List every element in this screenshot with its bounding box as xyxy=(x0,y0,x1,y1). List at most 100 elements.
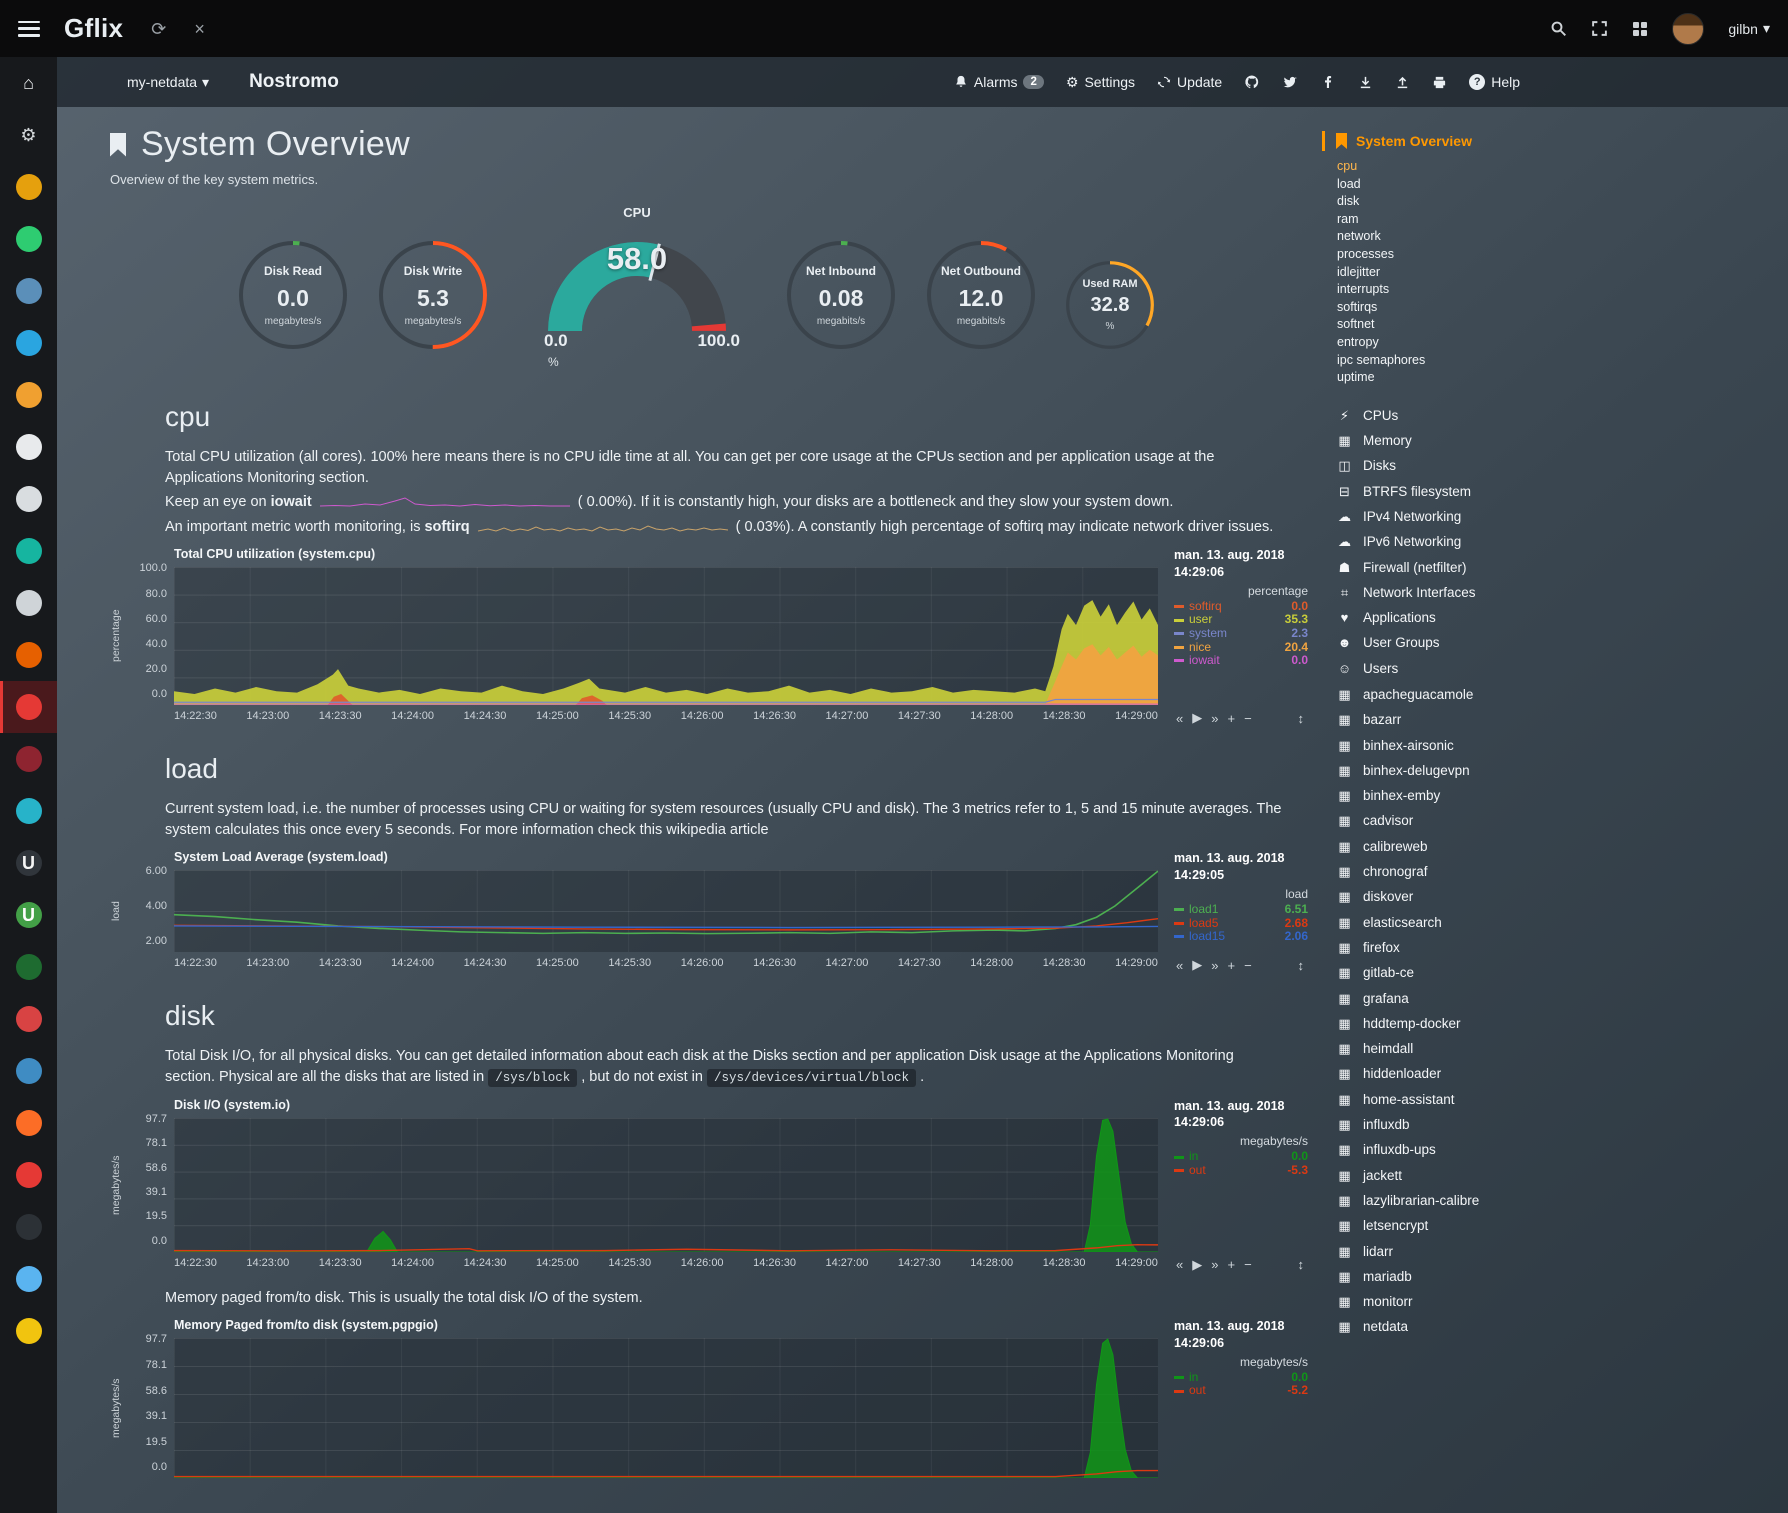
menu-app-item[interactable]: ▦ hiddenloader xyxy=(1336,1061,1788,1086)
resize-handle[interactable]: ↕ xyxy=(1298,711,1305,726)
menu-app-item[interactable]: ▦ netdata xyxy=(1336,1314,1788,1339)
menu-app-item[interactable]: ▦ grafana xyxy=(1336,986,1788,1011)
menu-app-item[interactable]: ▦ diskover xyxy=(1336,884,1788,909)
menu-section-item[interactable]: ⚡ CPUs xyxy=(1336,403,1788,428)
sidebar-app-item-app-drop[interactable] xyxy=(0,1253,57,1305)
disk-chart-plot[interactable] xyxy=(174,1118,1158,1252)
menu-sub-item[interactable]: processes xyxy=(1337,246,1788,264)
zoom-in-button[interactable]: + xyxy=(1227,711,1235,726)
easy-gauge[interactable]: Disk Write 5.3 megabytes/s xyxy=(374,236,492,354)
menu-app-item[interactable]: ▦ binhex-airsonic xyxy=(1336,733,1788,758)
twitter-icon[interactable] xyxy=(1282,74,1298,90)
menu-app-item[interactable]: ▦ hddtemp-docker xyxy=(1336,1011,1788,1036)
legend-row[interactable]: nice 20.4 xyxy=(1174,641,1308,655)
menu-app-item[interactable]: ▦ jackett xyxy=(1336,1163,1788,1188)
menu-system-overview[interactable]: System Overview xyxy=(1322,131,1788,151)
pan-right-button[interactable]: » xyxy=(1211,711,1218,726)
legend-row[interactable]: out -5.2 xyxy=(1174,1384,1308,1398)
menu-app-item[interactable]: ▦ influxdb-ups xyxy=(1336,1137,1788,1162)
play-button[interactable]: ▶ xyxy=(1192,1257,1202,1273)
menu-section-item[interactable]: ⌗ Network Interfaces xyxy=(1336,580,1788,605)
sidebar-app-item-app-tools[interactable] xyxy=(0,577,57,629)
sidebar-app-item-app-light-1[interactable] xyxy=(0,421,57,473)
download-icon[interactable] xyxy=(1358,75,1373,90)
pan-left-button[interactable]: « xyxy=(1176,711,1183,726)
sidebar-app-item-app-light-2[interactable] xyxy=(0,473,57,525)
sidebar-app-item-settings[interactable]: ⚙ xyxy=(0,109,57,161)
sidebar-app-item-app-heimdall[interactable] xyxy=(0,1045,57,1097)
pgpgio-chart-plot[interactable] xyxy=(174,1338,1158,1478)
menu-app-item[interactable]: ▦ letsencrypt xyxy=(1336,1213,1788,1238)
legend-row[interactable]: iowait 0.0 xyxy=(1174,654,1308,668)
legend-row[interactable]: in 0.0 xyxy=(1174,1150,1308,1164)
menu-sub-item[interactable]: ipc semaphores xyxy=(1337,352,1788,370)
user-avatar[interactable] xyxy=(1672,13,1704,45)
legend-row[interactable]: load5 2.68 xyxy=(1174,917,1308,931)
host-selector[interactable]: my-netdata▾ xyxy=(127,74,209,91)
sidebar-app-item-app-dark-green[interactable] xyxy=(0,941,57,993)
menu-app-item[interactable]: ▦ lidarr xyxy=(1336,1239,1788,1264)
sidebar-app-item-app-gitlab[interactable] xyxy=(0,1097,57,1149)
menu-section-item[interactable]: ☁ IPv6 Networking xyxy=(1336,529,1788,554)
sidebar-app-item-app-u-green[interactable]: U xyxy=(0,889,57,941)
sidebar-app-item-app-cyan[interactable] xyxy=(0,785,57,837)
search-icon[interactable] xyxy=(1550,20,1567,37)
pan-right-button[interactable]: » xyxy=(1211,958,1218,973)
pan-right-button[interactable]: » xyxy=(1211,1257,1218,1272)
legend-row[interactable]: load15 2.06 xyxy=(1174,930,1308,944)
menu-app-item[interactable]: ▦ firefox xyxy=(1336,935,1788,960)
zoom-out-button[interactable]: − xyxy=(1244,711,1252,726)
menu-sub-item[interactable]: entropy xyxy=(1337,334,1788,352)
sidebar-app-item-app-u-dark[interactable]: U xyxy=(0,837,57,889)
fullscreen-icon[interactable] xyxy=(1591,20,1608,37)
menu-section-item[interactable]: ◫ Disks xyxy=(1336,453,1788,478)
menu-sub-item[interactable]: uptime xyxy=(1337,369,1788,387)
menu-app-item[interactable]: ▦ influxdb xyxy=(1336,1112,1788,1137)
play-button[interactable]: ▶ xyxy=(1192,710,1202,726)
sidebar-app-item-app-sabnzbd[interactable] xyxy=(0,1305,57,1357)
menu-sub-item[interactable]: load xyxy=(1337,176,1788,194)
menu-section-item[interactable]: ☻ User Groups xyxy=(1336,630,1788,655)
menu-app-item[interactable]: ▦ elasticsearch xyxy=(1336,910,1788,935)
legend-row[interactable]: user 35.3 xyxy=(1174,613,1308,627)
menu-app-item[interactable]: ▦ lazylibrarian-calibre xyxy=(1336,1188,1788,1213)
menu-app-item[interactable]: ▦ bazarr xyxy=(1336,707,1788,732)
close-icon[interactable]: × xyxy=(194,20,205,38)
play-button[interactable]: ▶ xyxy=(1192,957,1202,973)
sidebar-app-item-app-firefox[interactable] xyxy=(0,629,57,681)
legend-row[interactable]: load1 6.51 xyxy=(1174,903,1308,917)
facebook-icon[interactable] xyxy=(1320,74,1336,90)
zoom-in-button[interactable]: + xyxy=(1227,958,1235,973)
menu-section-item[interactable]: ⊟ BTRFS filesystem xyxy=(1336,479,1788,504)
pan-left-button[interactable]: « xyxy=(1176,958,1183,973)
pan-left-button[interactable]: « xyxy=(1176,1257,1183,1272)
user-menu[interactable]: gilbn ▾ xyxy=(1728,20,1770,37)
cpu-gauge[interactable]: CPU 58.0 0.0 100.0 % xyxy=(534,219,740,345)
resize-handle[interactable]: ↕ xyxy=(1298,958,1305,973)
menu-sub-item[interactable]: cpu xyxy=(1337,158,1788,176)
sidebar-app-item-app-shield[interactable] xyxy=(0,681,57,733)
print-icon[interactable] xyxy=(1432,75,1447,90)
menu-app-item[interactable]: ▦ binhex-delugevpn xyxy=(1336,758,1788,783)
easy-gauge[interactable]: Net Outbound 12.0 megabits/s xyxy=(922,236,1040,354)
apps-grid-icon[interactable] xyxy=(1632,21,1648,37)
menu-sub-item[interactable]: softnet xyxy=(1337,316,1788,334)
menu-sub-item[interactable]: idlejitter xyxy=(1337,264,1788,282)
sidebar-app-item-app-stack[interactable] xyxy=(0,265,57,317)
sidebar-app-item-app-airsonic[interactable] xyxy=(0,317,57,369)
menu-app-item[interactable]: ▦ binhex-emby xyxy=(1336,783,1788,808)
menu-sub-item[interactable]: ram xyxy=(1337,211,1788,229)
update-button[interactable]: Update xyxy=(1157,74,1222,90)
hamburger-menu-icon[interactable] xyxy=(18,21,40,37)
sidebar-app-item-app-teal-bolt[interactable] xyxy=(0,525,57,577)
menu-sub-item[interactable]: softirqs xyxy=(1337,299,1788,317)
menu-sub-item[interactable]: interrupts xyxy=(1337,281,1788,299)
alarms-button[interactable]: Alarms 2 xyxy=(954,74,1044,90)
wikipedia-link[interactable]: wikipedia article xyxy=(666,822,768,838)
github-icon[interactable] xyxy=(1244,74,1260,90)
sidebar-app-item-home[interactable]: ⌂ xyxy=(0,57,57,109)
upload-icon[interactable] xyxy=(1395,75,1410,90)
menu-app-item[interactable]: ▦ chronograf xyxy=(1336,859,1788,884)
menu-app-item[interactable]: ▦ heimdall xyxy=(1336,1036,1788,1061)
sidebar-app-item-app-plex[interactable] xyxy=(0,161,57,213)
